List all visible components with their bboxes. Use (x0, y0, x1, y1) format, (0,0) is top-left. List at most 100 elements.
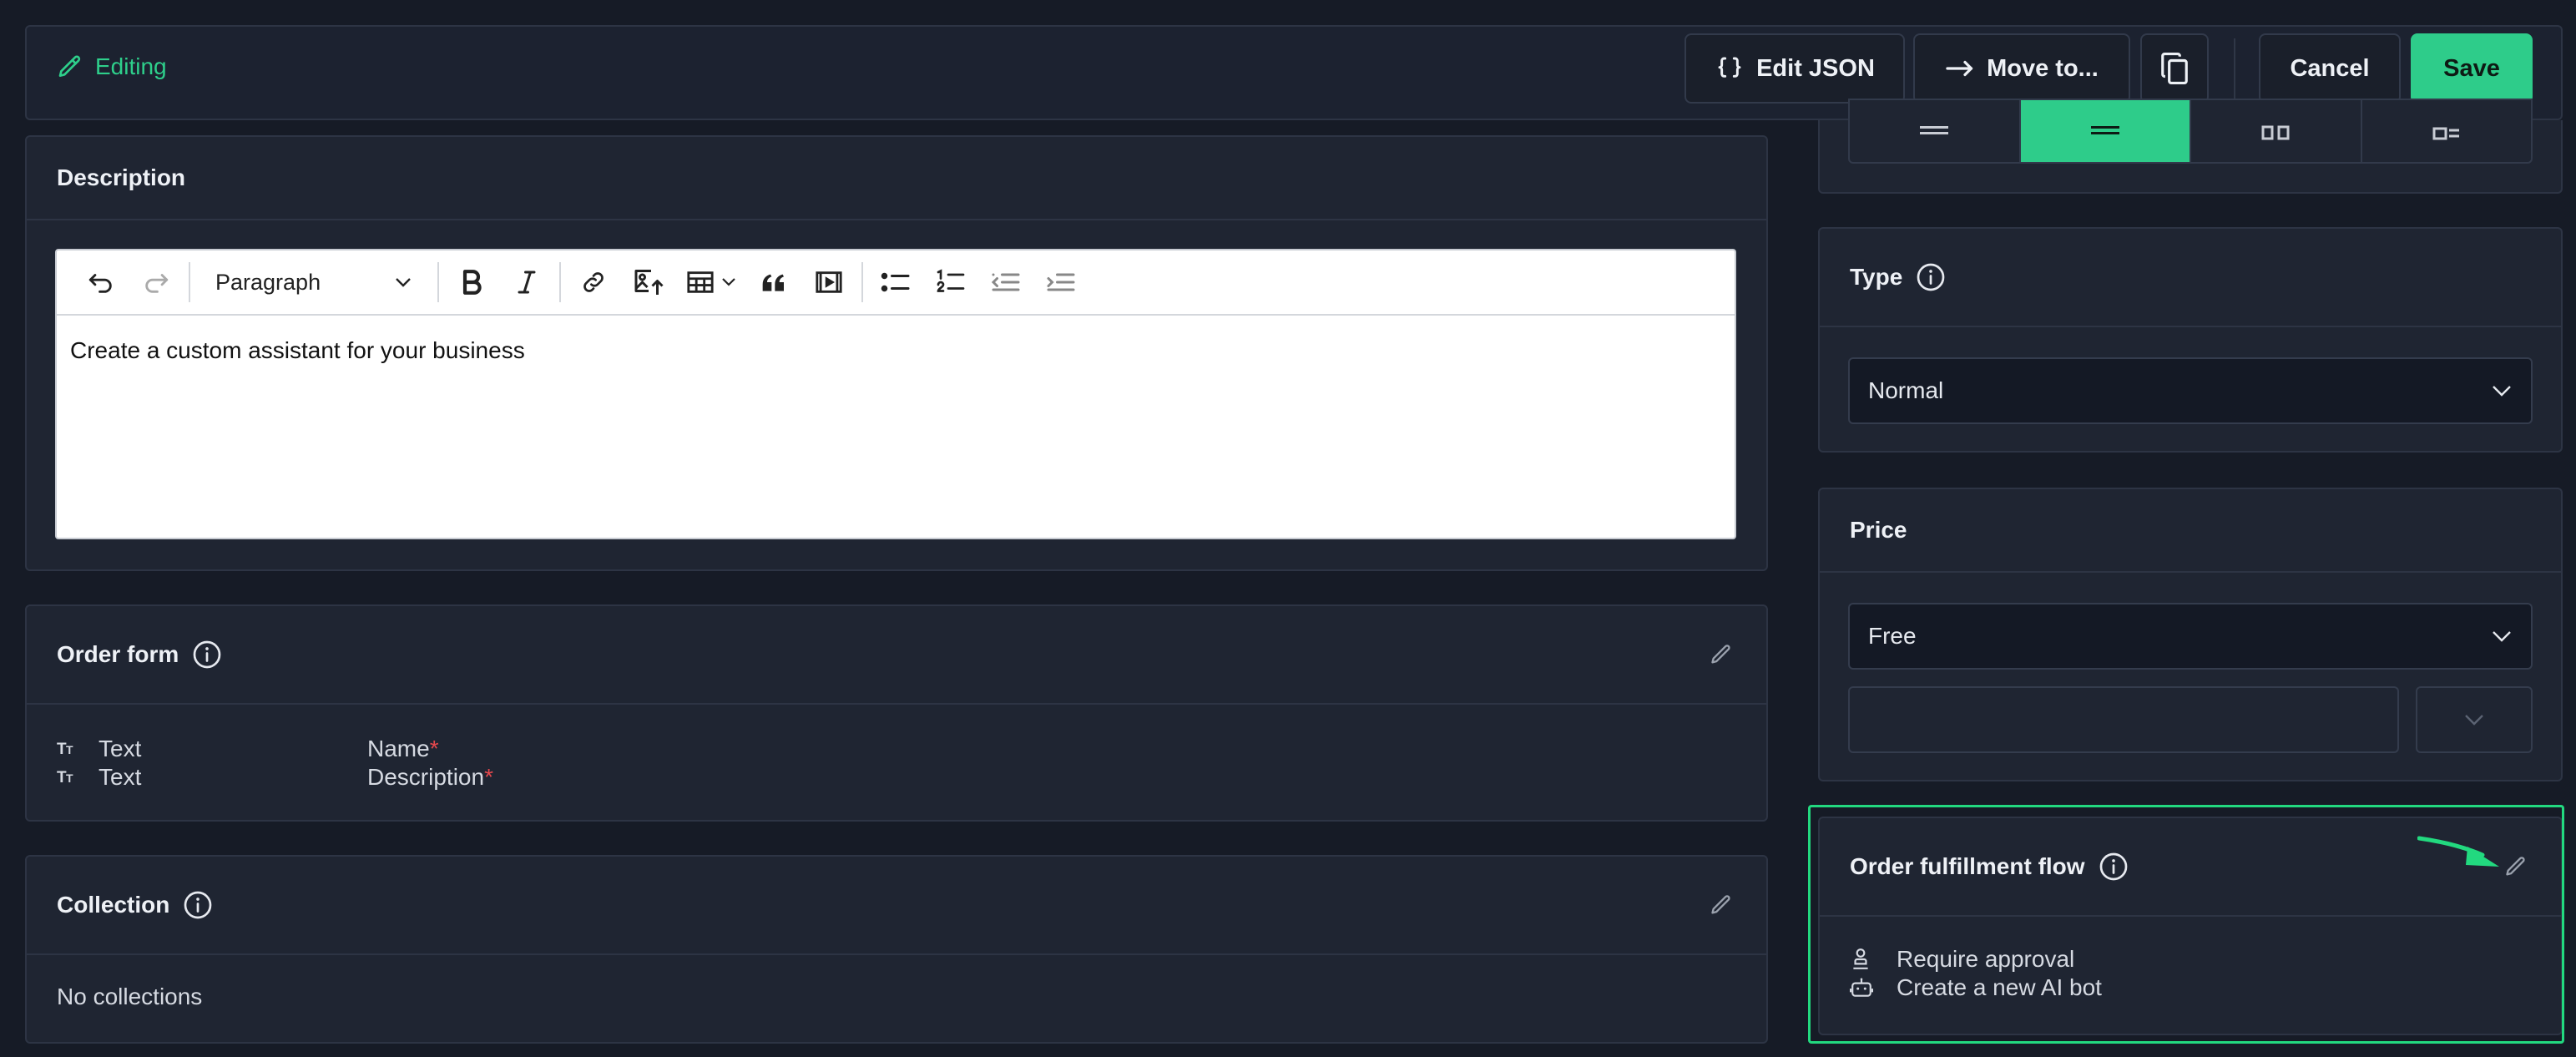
paragraph-style-label: Paragraph (215, 269, 321, 295)
collection-title: Collection (57, 892, 170, 918)
redo-icon (145, 274, 169, 293)
layout-option-1[interactable] (1850, 100, 2021, 162)
editing-indicator: Editing (57, 53, 167, 80)
description-header: Description (27, 137, 1766, 220)
no-collections-text: No collections (57, 984, 203, 1009)
price-title: Price (1850, 517, 1907, 543)
indent-button[interactable] (1033, 257, 1088, 307)
order-form-header: Order form (27, 606, 1766, 705)
layout-option-3[interactable] (2191, 100, 2362, 162)
link-button[interactable] (566, 257, 621, 307)
indent-icon (1047, 273, 1075, 291)
chevron-down-icon (2465, 715, 2483, 726)
layout-option-2[interactable] (2020, 100, 2191, 162)
table-icon (687, 271, 714, 293)
layout-stack-icon (2090, 126, 2119, 134)
order-form-panel: Order form TT Text Name * TT Text Descrip… (25, 604, 1768, 822)
type-select[interactable]: Normal (1848, 357, 2533, 424)
media-icon (816, 271, 842, 293)
copy-icon (2161, 52, 2188, 84)
currency-select[interactable] (2416, 686, 2533, 753)
numbered-list-icon (937, 269, 965, 292)
insert-table-button[interactable] (676, 257, 746, 307)
numbered-list-button[interactable] (923, 257, 978, 307)
edit-order-form-pencil-icon[interactable] (1710, 643, 1733, 666)
layout-grid-icon (2432, 127, 2459, 140)
header-divider (2234, 38, 2235, 100)
info-icon[interactable] (192, 640, 222, 670)
cancel-button[interactable]: Cancel (2259, 33, 2401, 104)
quote-icon (762, 274, 784, 291)
svg-text:T: T (66, 743, 73, 756)
info-icon[interactable] (183, 890, 213, 920)
toolbar-separator (437, 262, 439, 302)
bold-icon (462, 270, 482, 295)
move-to-button[interactable]: Move to... (1913, 33, 2130, 104)
outdent-icon (991, 273, 1020, 291)
cancel-label: Cancel (2290, 54, 2370, 82)
outdent-button[interactable] (978, 257, 1033, 307)
edit-collection-pencil-icon[interactable] (1710, 893, 1733, 917)
text-type-icon: TT (57, 769, 73, 786)
chevron-down-icon (2493, 631, 2511, 642)
editor-toolbar: Paragraph (57, 250, 1735, 316)
info-icon[interactable] (1916, 262, 1946, 292)
field-type-label: Text (98, 764, 142, 790)
order-form-title: Order form (57, 641, 179, 667)
price-amount-input[interactable] (1848, 686, 2399, 753)
redo-button[interactable] (129, 257, 184, 307)
save-label: Save (2443, 54, 2500, 82)
field-name-label: Name (367, 736, 430, 761)
undo-button[interactable] (73, 257, 129, 307)
pencil-icon (58, 55, 81, 77)
toolbar-separator (559, 262, 561, 302)
bullet-list-icon (881, 272, 910, 292)
blockquote-button[interactable] (746, 257, 801, 307)
duplicate-button[interactable] (2140, 33, 2209, 104)
description-title: Description (57, 164, 186, 190)
undo-icon (88, 274, 112, 293)
layout-stack-icon (1920, 126, 1949, 134)
annotation-arrow-icon (2417, 836, 2499, 867)
link-icon (583, 272, 604, 292)
required-marker: * (429, 736, 439, 761)
field-name-label: Description (367, 764, 485, 790)
layout-columns-icon (2261, 125, 2290, 140)
editor-content[interactable]: Create a custom assistant for your busin… (57, 316, 1735, 386)
save-button[interactable]: Save (2411, 33, 2533, 104)
move-to-label: Move to... (1987, 54, 2099, 82)
image-upload-icon (634, 270, 664, 295)
text-type-icon: TT (57, 741, 73, 758)
toolbar-separator (189, 262, 190, 302)
bold-button[interactable] (444, 257, 499, 307)
braces-icon (1718, 57, 1741, 78)
type-header: Type (1820, 229, 2561, 327)
chevron-down-icon (722, 278, 735, 286)
edit-json-label: Edit JSON (1756, 54, 1875, 82)
collection-panel: Collection No collections (25, 855, 1768, 1044)
editing-label: Editing (95, 53, 167, 79)
layout-option-4[interactable] (2362, 100, 2532, 162)
price-header: Price (1820, 489, 2561, 573)
collection-header: Collection (27, 857, 1766, 955)
svg-text:T: T (66, 771, 73, 785)
order-form-field-row: TT Text Description * (57, 763, 493, 791)
field-type-label: Text (98, 736, 142, 761)
arrow-right-icon (1946, 60, 1973, 77)
insert-media-button[interactable] (801, 257, 856, 307)
bulleted-list-button[interactable] (868, 257, 923, 307)
required-marker: * (484, 764, 493, 790)
edit-json-button[interactable]: Edit JSON (1685, 33, 1905, 104)
chevron-down-icon (396, 278, 411, 287)
italic-button[interactable] (499, 257, 554, 307)
chevron-down-icon (2493, 386, 2511, 397)
type-title: Type (1850, 264, 1903, 290)
type-select-value: Normal (1868, 377, 1944, 403)
price-select-value: Free (1868, 623, 1917, 649)
order-form-field-row: TT Text Name * (57, 735, 439, 763)
italic-icon (518, 271, 536, 294)
layout-selector (1848, 99, 2533, 164)
insert-image-button[interactable] (621, 257, 676, 307)
price-select[interactable]: Free (1848, 603, 2533, 670)
paragraph-style-dropdown[interactable]: Paragraph (195, 257, 432, 307)
